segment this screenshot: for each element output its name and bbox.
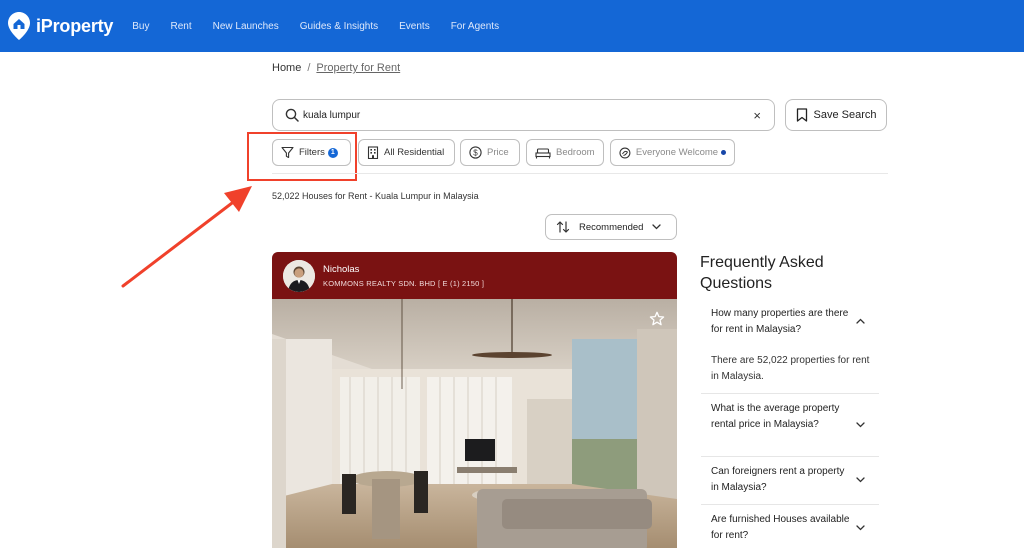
faq-item-3[interactable]: Can foreigners rent a property in Malays… bbox=[701, 457, 879, 505]
faq-item-1[interactable]: How many properties are there for rent i… bbox=[701, 300, 879, 394]
search-input[interactable] bbox=[303, 109, 723, 121]
nav-buy[interactable]: Buy bbox=[132, 21, 149, 32]
faq-item-2[interactable]: What is the average property rental pric… bbox=[701, 394, 879, 457]
chevron-up-icon[interactable] bbox=[856, 318, 865, 324]
listing-photo[interactable] bbox=[272, 299, 677, 548]
save-star-icon[interactable] bbox=[649, 311, 665, 327]
sort-dropdown[interactable]: Recommended bbox=[545, 214, 677, 240]
inclusive-hand-icon bbox=[619, 147, 631, 158]
faq-answer: There are 52,022 properties for rent in … bbox=[711, 355, 870, 382]
breadcrumb: Home / Property for Rent bbox=[272, 62, 400, 74]
listing-card[interactable]: Nicholas KOMMONS REALTY SDN. BHD [ E (1)… bbox=[272, 252, 677, 548]
agent-bar: Nicholas KOMMONS REALTY SDN. BHD [ E (1)… bbox=[272, 252, 677, 299]
property-type-label: All Residential bbox=[384, 147, 445, 158]
chevron-down-icon bbox=[652, 224, 662, 230]
nav-guides-insights[interactable]: Guides & Insights bbox=[300, 21, 378, 32]
agent-company: KOMMONS REALTY SDN. BHD [ E (1) 2150 ] bbox=[323, 278, 485, 288]
save-search-button[interactable]: Save Search bbox=[785, 99, 887, 131]
filter-divider bbox=[272, 173, 888, 174]
results-count: 52,022 Houses for Rent - Kuala Lumpur in… bbox=[272, 191, 479, 201]
price-label: Price bbox=[487, 147, 509, 158]
breadcrumb-home[interactable]: Home bbox=[272, 62, 301, 74]
price-filter[interactable]: $ Price bbox=[460, 139, 520, 166]
svg-text:$: $ bbox=[473, 148, 478, 157]
clear-search-icon[interactable]: × bbox=[753, 108, 761, 123]
chevron-down-icon[interactable] bbox=[856, 525, 865, 531]
everyone-welcome-filter[interactable]: Everyone Welcome bbox=[610, 139, 735, 166]
faq-question[interactable]: Can foreigners rent a property in Malays… bbox=[711, 464, 851, 496]
agent-name[interactable]: Nicholas bbox=[323, 264, 484, 275]
nav-for-agents[interactable]: For Agents bbox=[451, 21, 499, 32]
save-search-label: Save Search bbox=[813, 109, 877, 121]
building-icon bbox=[367, 146, 379, 159]
bookmark-icon bbox=[796, 108, 807, 122]
faq-question[interactable]: Are furnished Houses available for rent? bbox=[711, 512, 851, 544]
top-navigation-bar: iProperty Buy Rent New Launches Guides &… bbox=[0, 0, 1024, 52]
page: iProperty Buy Rent New Launches Guides &… bbox=[0, 0, 1024, 548]
property-type-filter[interactable]: All Residential bbox=[358, 139, 455, 166]
chevron-down-icon[interactable] bbox=[856, 422, 865, 428]
brand-logo[interactable]: iProperty bbox=[7, 11, 113, 41]
living-room-image bbox=[272, 299, 677, 548]
faq-question[interactable]: How many properties are there for rent i… bbox=[711, 306, 851, 338]
bedroom-label: Bedroom bbox=[556, 147, 595, 158]
search-box: × bbox=[272, 99, 775, 131]
faq-question[interactable]: What is the average property rental pric… bbox=[711, 401, 851, 433]
sort-arrows-icon bbox=[556, 221, 570, 233]
agent-photo bbox=[283, 259, 315, 292]
bed-icon bbox=[535, 147, 551, 158]
location-pin-icon bbox=[8, 12, 30, 40]
active-indicator-dot bbox=[721, 150, 726, 155]
chevron-down-icon[interactable] bbox=[856, 477, 865, 483]
brand-name: iProperty bbox=[36, 15, 114, 36]
breadcrumb-property-for-rent[interactable]: Property for Rent bbox=[316, 62, 400, 74]
bedroom-filter[interactable]: Bedroom bbox=[526, 139, 604, 166]
nav-rent[interactable]: Rent bbox=[170, 21, 191, 32]
agent-avatar bbox=[283, 259, 315, 292]
dollar-circle-icon: $ bbox=[469, 146, 482, 159]
faq-title: Frequently Asked Questions bbox=[700, 254, 824, 292]
breadcrumb-separator: / bbox=[307, 62, 311, 74]
everyone-welcome-label: Everyone Welcome bbox=[635, 147, 719, 158]
faq-item-4[interactable]: Are furnished Houses available for rent? bbox=[701, 505, 879, 548]
sort-label: Recommended bbox=[579, 221, 644, 233]
nav-new-launches[interactable]: New Launches bbox=[213, 21, 279, 32]
nav-events[interactable]: Events bbox=[399, 21, 430, 32]
search-icon bbox=[285, 108, 299, 122]
main-nav: Buy Rent New Launches Guides & Insights … bbox=[132, 21, 520, 32]
